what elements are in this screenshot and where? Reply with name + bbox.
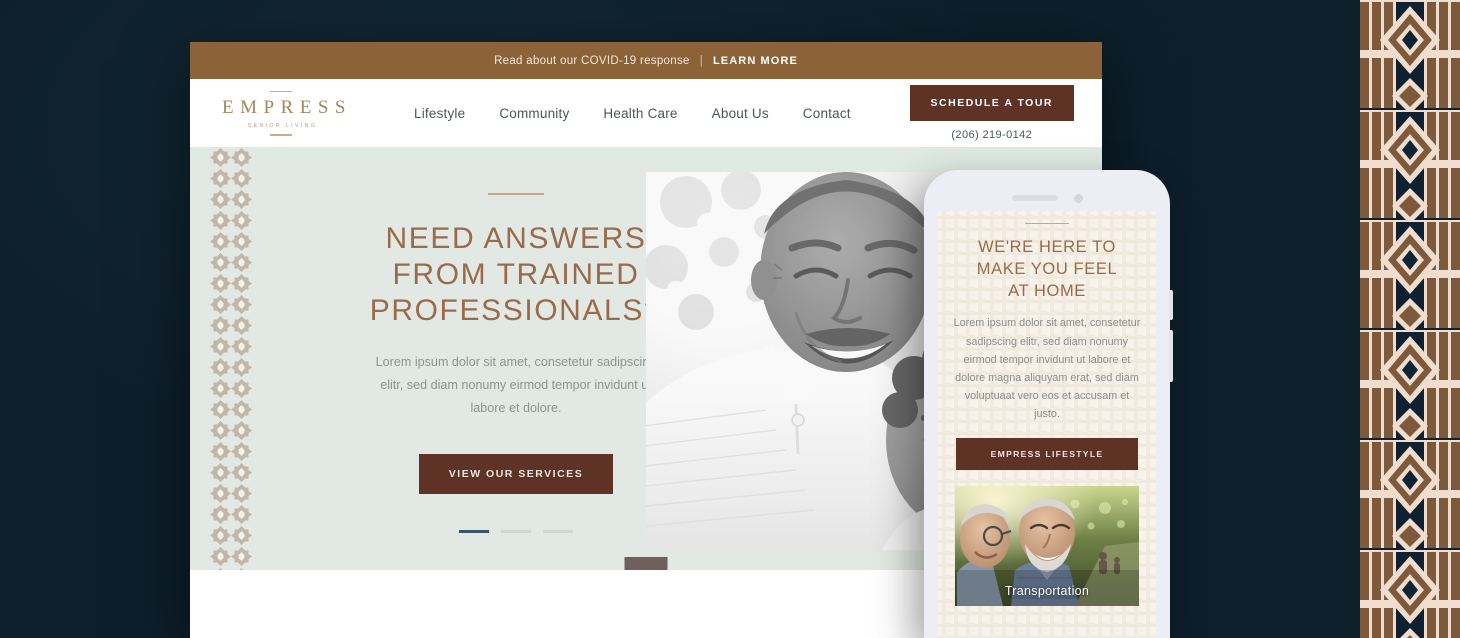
schedule-a-tour-button[interactable]: SCHEDULE A TOUR bbox=[909, 85, 1074, 121]
header-phone-number[interactable]: (206) 219-0142 bbox=[910, 129, 1074, 141]
announcement-separator: | bbox=[699, 54, 703, 67]
phone-screen: WE'RE HERE TO MAKE YOU FEEL AT HOME Lore… bbox=[938, 211, 1156, 638]
phone-top-bar bbox=[938, 190, 1156, 206]
logo-wordmark: EMPRESS bbox=[222, 97, 352, 118]
view-our-services-button[interactable]: VIEW OUR SERVICES bbox=[418, 453, 614, 494]
phone-mockup: WE'RE HERE TO MAKE YOU FEEL AT HOME Lore… bbox=[924, 170, 1173, 638]
phone-camera-icon bbox=[1073, 193, 1083, 203]
hero-slider-dots bbox=[459, 529, 573, 533]
phone-heading-line-1: WE'RE HERE TO bbox=[978, 238, 1116, 257]
hero-heading: NEED ANSWERS FROM TRAINED PROFESSIONALS? bbox=[370, 221, 663, 329]
nav-item-lifestyle[interactable]: Lifestyle bbox=[414, 106, 465, 121]
hero-pattern-strip bbox=[210, 147, 252, 570]
learn-more-link[interactable]: LEARN MORE bbox=[713, 55, 798, 67]
site-logo[interactable]: EMPRESS SENIOR LIVING bbox=[216, 90, 352, 136]
logo-rule-top bbox=[270, 90, 292, 92]
phone-heading-line-2: MAKE YOU FEEL bbox=[976, 260, 1118, 279]
site-header: EMPRESS SENIOR LIVING Lifestyle Communit… bbox=[190, 79, 1102, 147]
empress-lifestyle-button[interactable]: EMPRESS LIFESTYLE bbox=[956, 437, 1138, 470]
hero-heading-line-3: PROFESSIONALS? bbox=[369, 293, 663, 327]
announcement-bar: Read about our COVID-19 response | LEARN… bbox=[190, 42, 1102, 79]
header-cta-group: SCHEDULE A TOUR (206) 219-0142 bbox=[909, 85, 1078, 141]
logo-rule-bottom bbox=[270, 134, 292, 136]
announcement-text: Read about our COVID-19 response bbox=[494, 54, 690, 67]
decorative-border-pattern bbox=[1360, 0, 1460, 638]
phone-volume-button[interactable] bbox=[1169, 290, 1173, 320]
main-navigation: Lifestyle Community Health Care About Us… bbox=[414, 106, 851, 121]
hero-divider bbox=[488, 193, 544, 195]
nav-item-contact[interactable]: Contact bbox=[803, 106, 851, 121]
phone-body-text: Lorem ipsum dolor sit amet, consetetur s… bbox=[953, 317, 1141, 421]
phone-screen-content: WE'RE HERE TO MAKE YOU FEEL AT HOME Lore… bbox=[938, 211, 1156, 606]
logo-tagline: SENIOR LIVING bbox=[247, 123, 318, 129]
slider-dot-3[interactable] bbox=[543, 529, 573, 533]
ornament-svg bbox=[1360, 0, 1460, 638]
lifestyle-card-transportation[interactable]: Transportation bbox=[955, 485, 1139, 606]
slider-dot-1[interactable] bbox=[459, 529, 489, 533]
phone-heading-line-3: AT HOME bbox=[1008, 282, 1086, 301]
phone-power-button[interactable] bbox=[1169, 330, 1173, 382]
hero-heading-line-2: FROM TRAINED bbox=[392, 257, 640, 291]
nav-item-community[interactable]: Community bbox=[499, 106, 569, 121]
screenshot-stage: Read about our COVID-19 response | LEARN… bbox=[0, 0, 1460, 638]
phone-heading: WE'RE HERE TO MAKE YOU FEEL AT HOME bbox=[952, 236, 1142, 302]
phone-speaker-icon bbox=[1011, 195, 1058, 201]
card-caption: Transportation bbox=[1004, 583, 1090, 598]
slider-dot-2[interactable] bbox=[501, 529, 531, 533]
scroll-down-tab[interactable] bbox=[624, 557, 668, 570]
nav-item-about-us[interactable]: About Us bbox=[712, 106, 769, 121]
phone-divider bbox=[1025, 223, 1069, 225]
nav-item-health-care[interactable]: Health Care bbox=[603, 106, 677, 121]
hero-body-text: Lorem ipsum dolor sit amet, consetetur s… bbox=[375, 354, 657, 415]
hero-heading-line-1: NEED ANSWERS bbox=[385, 221, 647, 255]
